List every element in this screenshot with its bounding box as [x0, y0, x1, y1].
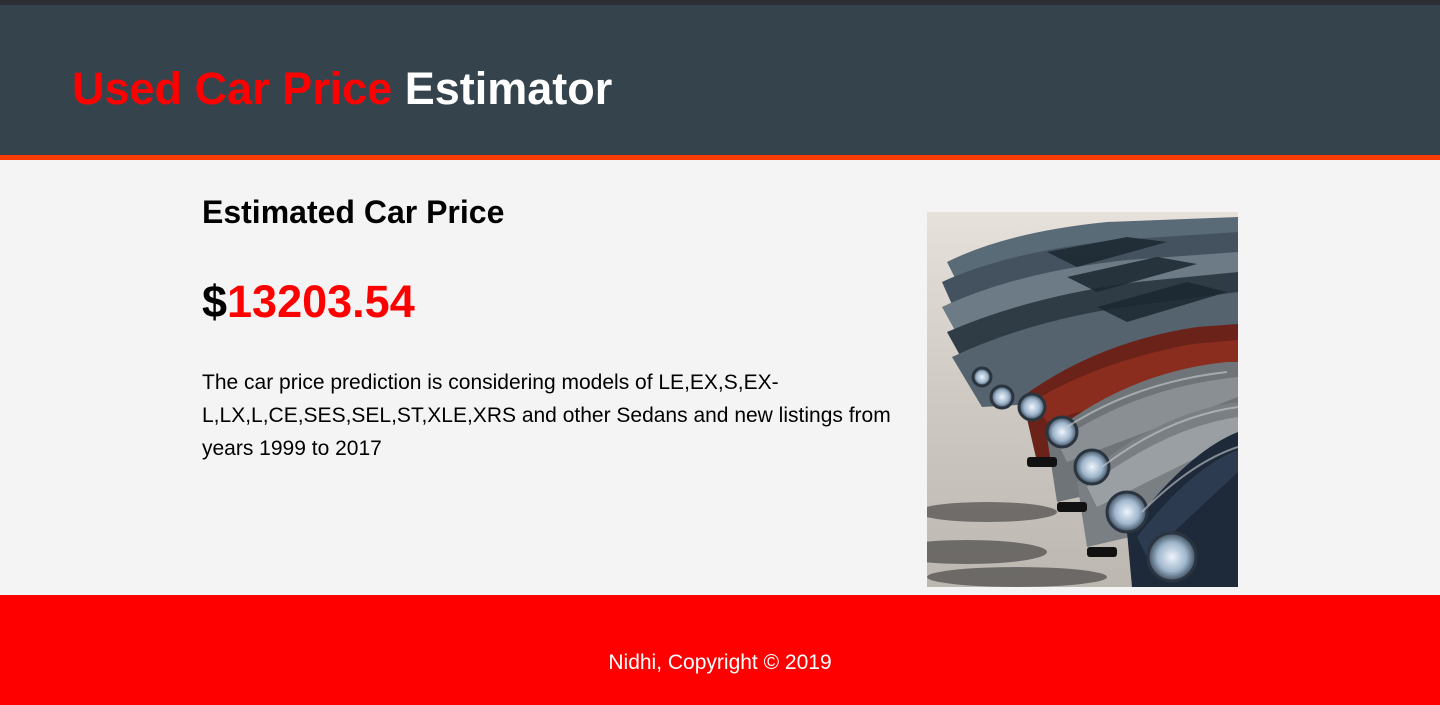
- site-header: Used Car Price Estimator: [0, 5, 1440, 155]
- site-title-rest: Estimator: [404, 63, 613, 114]
- section-title: Estimated Car Price: [202, 194, 505, 230]
- site-footer: Nidhi, Copyright © 2019: [0, 595, 1440, 705]
- site-title: Used Car Price Estimator: [72, 63, 612, 115]
- car-lot-image: [927, 212, 1238, 587]
- main-content: Estimated Car Price $13203.54 The car pr…: [0, 160, 1440, 595]
- model-description: The car price prediction is considering …: [202, 371, 891, 460]
- site-title-highlight: Used Car Price: [72, 63, 393, 114]
- price-value: 13203.54: [227, 276, 415, 327]
- estimated-price: $13203.54: [202, 276, 415, 328]
- copyright-text: Nidhi, Copyright © 2019: [608, 651, 832, 674]
- price-currency: $: [202, 276, 228, 327]
